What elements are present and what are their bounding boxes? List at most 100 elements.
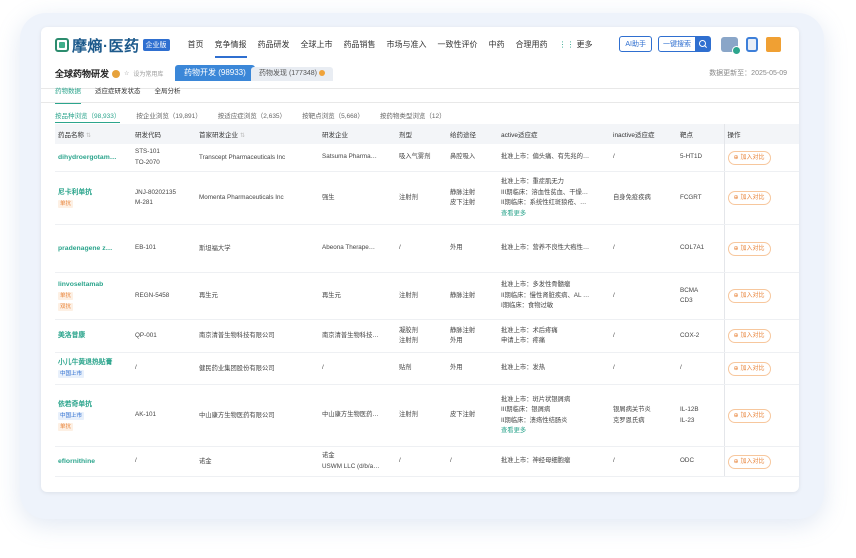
view-more-link[interactable]: 查看更多: [501, 209, 607, 219]
column-header[interactable]: 靶点: [677, 124, 724, 144]
active-indication: 批准上市：偏头痛、有先兆的…: [501, 153, 590, 161]
compare-label: 加入对比: [740, 458, 765, 465]
cell-first-company: 诺金: [196, 446, 319, 477]
route: 静脉注射: [450, 326, 476, 334]
browse-filter[interactable]: 按适应症浏览（2,635）: [218, 110, 286, 120]
add-to-compare-button[interactable]: ⊕ 加入对比: [727, 329, 771, 343]
column-header-label: 靶点: [680, 132, 693, 139]
research-code-lines: /: [135, 363, 193, 374]
cell-active-indication: 批准上市：神经母细胞瘤: [498, 446, 610, 477]
cell-code: REGN-5458: [132, 272, 196, 320]
add-to-compare-button[interactable]: ⊕ 加入对比: [727, 408, 771, 423]
research-code: /: [135, 364, 137, 372]
tools-icon[interactable]: [721, 36, 741, 55]
dosage-form: /: [399, 457, 401, 465]
tab-drug-discovery[interactable]: 药物发现 (177348): [251, 67, 333, 81]
document-icon[interactable]: [746, 36, 758, 52]
cell-action: ⊕ 加入对比: [723, 171, 799, 225]
add-to-compare-button[interactable]: ⊕ 加入对比: [727, 150, 771, 165]
add-to-compare-button[interactable]: ⊕ 加入对比: [727, 361, 771, 376]
nav-item[interactable]: 首页: [188, 27, 204, 63]
dosage-form: 贴剂: [399, 364, 412, 372]
compare-icon: ⊕: [733, 458, 739, 465]
dev-company-lines: 强生: [322, 193, 393, 204]
dev-company: Satsuma Pharma…: [322, 153, 377, 161]
browse-filter[interactable]: 按企业浏览（19,891）: [136, 110, 201, 120]
app-window: 摩熵·医药 企业版 首页 竞争情报 药品研发 全球上市 药品销售 市场与准入 一致性评价 中药…: [41, 27, 799, 492]
cell-inactive-indication: /: [610, 272, 677, 320]
drug-name-link[interactable]: eflornithine: [58, 457, 129, 467]
nav-item[interactable]: 药品销售: [344, 27, 376, 63]
table-row: 尼卡利单抗 单抗 JNJ-80202135 M-281 Momenta Pharmace…: [55, 171, 799, 225]
browse-filter[interactable]: 按品种浏览（98,933）: [55, 110, 121, 123]
inactive-indication-lines: /: [613, 363, 674, 374]
drug-name-link[interactable]: 尼卡利单抗: [58, 188, 129, 198]
tab-info-icon: [318, 70, 325, 76]
column-header[interactable]: inactive适应症: [610, 124, 677, 144]
column-header[interactable]: 研发企业: [319, 124, 396, 144]
favorite-star-icon[interactable]: ☆: [124, 70, 129, 77]
column-header-label: 给药途径: [450, 132, 476, 139]
target: 5-HT1D: [680, 153, 703, 161]
add-to-compare-button[interactable]: ⊕ 加入对比: [727, 454, 771, 469]
research-code: EB-101: [135, 244, 157, 252]
dev-company-lines: Satsuma Pharma…: [322, 152, 393, 163]
tab-drug-development[interactable]: 药物开发 (98933): [175, 65, 255, 81]
view-more-link[interactable]: 查看更多: [501, 426, 607, 436]
sort-icon[interactable]: ⇅: [86, 133, 91, 139]
user-avatar-icon[interactable]: [766, 36, 781, 52]
nav-item[interactable]: 药品研发: [258, 27, 290, 63]
sub-tab[interactable]: 全局分析: [155, 87, 181, 101]
grid-icon: ⋮⋮: [558, 40, 575, 49]
sub-tab[interactable]: 药物数据: [55, 87, 81, 104]
add-to-compare-button[interactable]: ⊕ 加入对比: [727, 289, 771, 303]
table-row: 依若奇单抗 中国上市 单抗 AK-101 中山康方生物医药有限公司 中山康方生物医药… 注射…: [55, 384, 799, 447]
column-header[interactable]: active适应症: [498, 124, 610, 144]
column-header[interactable]: 给药途径: [447, 124, 498, 144]
logo[interactable]: 摩熵·医药 企业版: [55, 35, 170, 56]
nav-item[interactable]: 一致性评价: [438, 27, 478, 63]
cell-dev-company: 再生元: [319, 272, 396, 320]
dosage-form: 凝胶剂: [399, 326, 418, 334]
ai-assistant-button[interactable]: AI助手: [619, 36, 652, 52]
column-header[interactable]: 操作: [723, 124, 799, 144]
nav-item[interactable]: 市场与准入: [387, 27, 427, 63]
target-lines: ODC: [680, 456, 721, 467]
browse-filter[interactable]: 按药物类型浏览（12）: [380, 110, 446, 120]
cell-first-company: 中山康方生物医药有限公司: [196, 384, 319, 447]
divider: [41, 102, 799, 103]
drug-name-link[interactable]: 小儿牛黄退热贴膏: [58, 358, 129, 368]
inactive-indication-lines: /: [613, 291, 674, 302]
target: COL7A1: [680, 244, 705, 252]
column-header[interactable]: 药品名称 ⇅: [55, 124, 132, 144]
nav-item[interactable]: 合理用药: [516, 27, 548, 63]
set-favorite-link[interactable]: 设为常用库: [133, 69, 163, 78]
browse-filters: 按品种浏览（98,933） 按企业浏览（19,891） 按适应症浏览（2,635） 按…: [55, 110, 462, 123]
info-icon[interactable]: [112, 69, 121, 78]
column-header[interactable]: 首家研发企业 ⇅: [196, 124, 319, 144]
drug-name-link[interactable]: 美洛昔康: [58, 331, 129, 341]
sort-icon[interactable]: ⇅: [240, 133, 245, 139]
add-to-compare-button[interactable]: ⊕ 加入对比: [727, 241, 771, 256]
add-to-compare-button[interactable]: ⊕ 加入对比: [727, 191, 771, 205]
cell-target: /: [677, 352, 724, 385]
cell-inactive-indication: /: [610, 319, 677, 353]
cell-inactive-indication: /: [610, 144, 677, 172]
research-code: M-281: [135, 199, 153, 206]
column-header[interactable]: 研发代码: [132, 124, 196, 144]
sub-tab[interactable]: 适应症研发状态: [95, 87, 141, 101]
nav-item[interactable]: 全球上市: [301, 27, 333, 63]
dosage-form-lines: 贴剂: [399, 363, 444, 374]
drug-name-link[interactable]: pradenagene z…: [58, 244, 129, 254]
global-search-button[interactable]: 一键搜索: [658, 36, 711, 52]
cell-dev-company: Satsuma Pharma…: [319, 144, 396, 172]
inactive-indication-lines: 自身免疫疾病: [613, 193, 674, 204]
drug-name-link[interactable]: linvoseltamab: [58, 280, 129, 290]
nav-item-more[interactable]: ⋮⋮ 更多: [559, 27, 593, 63]
browse-filter[interactable]: 按靶点浏览（5,668）: [302, 110, 364, 120]
nav-item[interactable]: 竞争情报: [214, 27, 247, 63]
column-header[interactable]: 剂型: [396, 124, 447, 144]
drug-name-link[interactable]: dihydroergotam…: [58, 153, 129, 163]
drug-name-link[interactable]: 依若奇单抗: [58, 400, 129, 410]
nav-item[interactable]: 中药: [489, 27, 505, 63]
